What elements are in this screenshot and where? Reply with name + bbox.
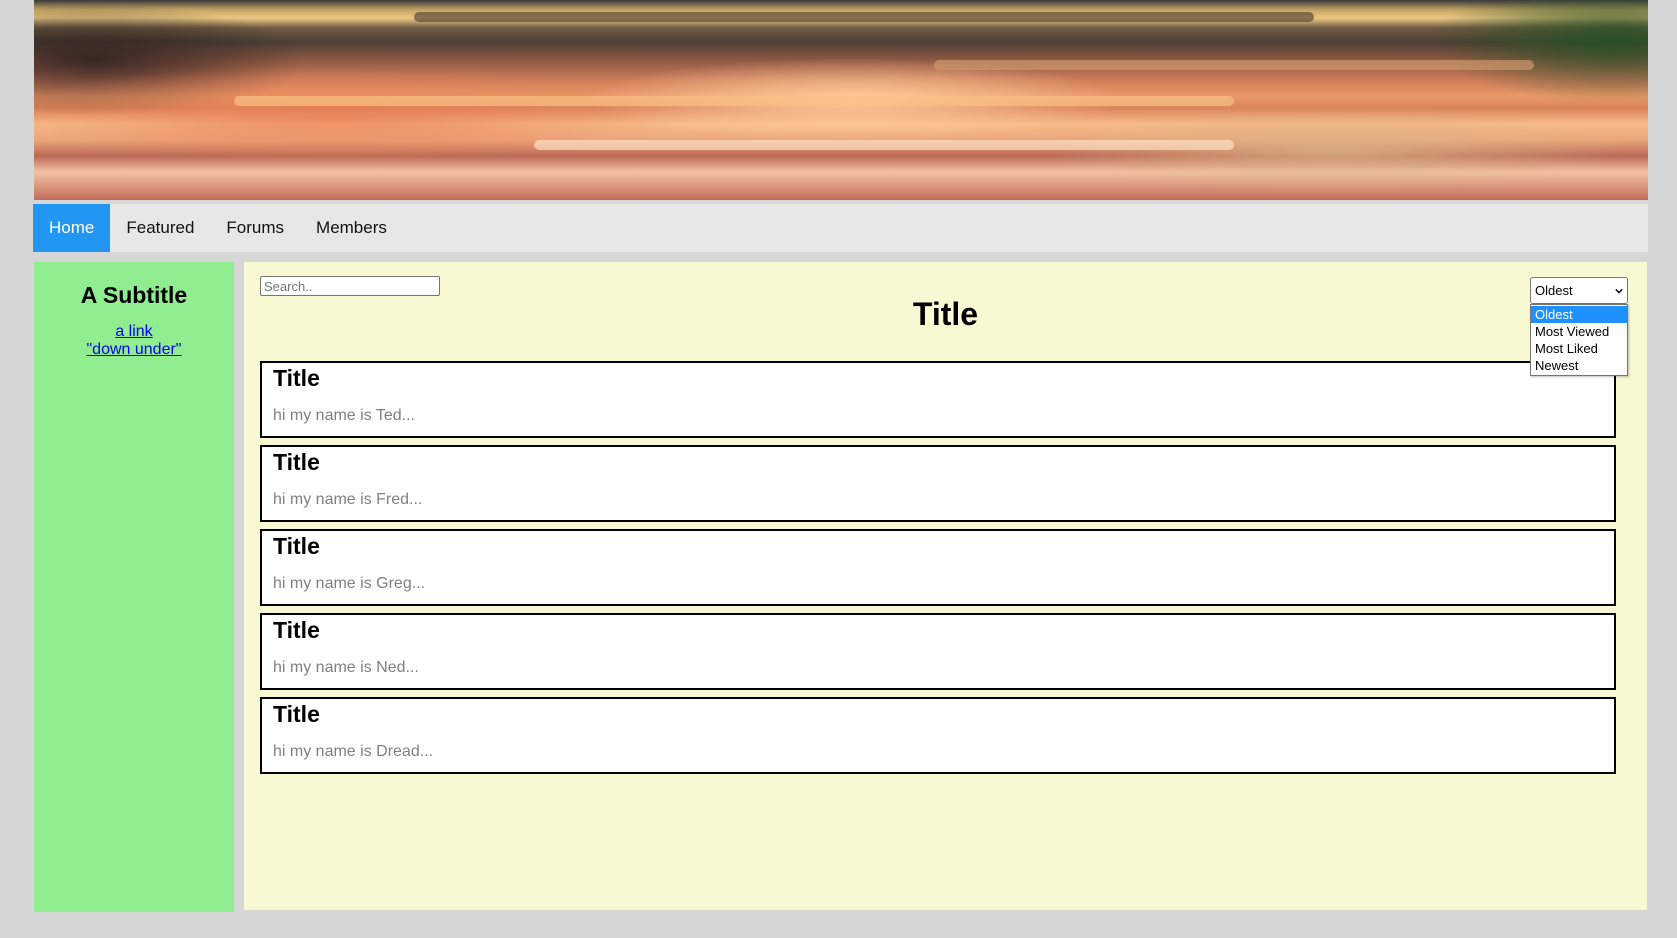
- post-card[interactable]: Title hi my name is Fred...: [260, 445, 1616, 522]
- sort-option-newest[interactable]: Newest: [1531, 357, 1627, 374]
- banner-streak: [934, 60, 1534, 70]
- main-content: Title Oldest Oldest Most Viewed Most Lik…: [244, 262, 1647, 910]
- sidebar: A Subtitle a link "down under": [34, 262, 234, 912]
- post-title: Title: [273, 533, 320, 559]
- page-title: Title: [912, 296, 979, 332]
- post-card[interactable]: Title hi my name is Dread...: [260, 697, 1616, 774]
- post-title: Title: [273, 449, 320, 475]
- post-list: Title hi my name is Ted... Title hi my n…: [260, 361, 1616, 781]
- top-nav: Home Featured Forums Members: [33, 204, 1648, 252]
- nav-forums[interactable]: Forums: [210, 204, 300, 252]
- post-card[interactable]: Title hi my name is Ned...: [260, 613, 1616, 690]
- banner-streak: [414, 12, 1314, 22]
- chevron-down-icon: [1615, 288, 1623, 294]
- post-excerpt: hi my name is Dread...: [273, 743, 434, 760]
- sidebar-subtitle: A Subtitle: [80, 282, 188, 308]
- sidebar-link[interactable]: a link: [34, 323, 234, 341]
- post-excerpt: hi my name is Ted...: [273, 407, 415, 424]
- banner-streak: [234, 96, 1234, 106]
- sort-option-most-viewed[interactable]: Most Viewed: [1531, 323, 1627, 340]
- post-title: Title: [273, 701, 320, 727]
- nav-featured[interactable]: Featured: [110, 204, 210, 252]
- post-title: Title: [273, 617, 320, 643]
- post-card[interactable]: Title hi my name is Ted...: [260, 361, 1616, 438]
- search-input[interactable]: [260, 276, 440, 296]
- post-excerpt: hi my name is Ned...: [273, 659, 419, 676]
- banner-streak: [534, 140, 1234, 150]
- header-banner-image: [34, 0, 1648, 200]
- sort-selected-value: Oldest: [1535, 283, 1573, 298]
- sort-option-oldest[interactable]: Oldest: [1531, 306, 1627, 323]
- sort-select[interactable]: Oldest: [1530, 277, 1628, 304]
- post-excerpt: hi my name is Fred...: [273, 491, 423, 508]
- post-card[interactable]: Title hi my name is Greg...: [260, 529, 1616, 606]
- sort-option-most-liked[interactable]: Most Liked: [1531, 340, 1627, 357]
- nav-members[interactable]: Members: [300, 204, 403, 252]
- nav-home[interactable]: Home: [33, 204, 111, 252]
- post-title: Title: [273, 365, 320, 391]
- post-excerpt: hi my name is Greg...: [273, 575, 426, 592]
- sort-dropdown-list: Oldest Most Viewed Most Liked Newest: [1530, 304, 1628, 376]
- sidebar-link-down-under[interactable]: "down under": [34, 341, 234, 359]
